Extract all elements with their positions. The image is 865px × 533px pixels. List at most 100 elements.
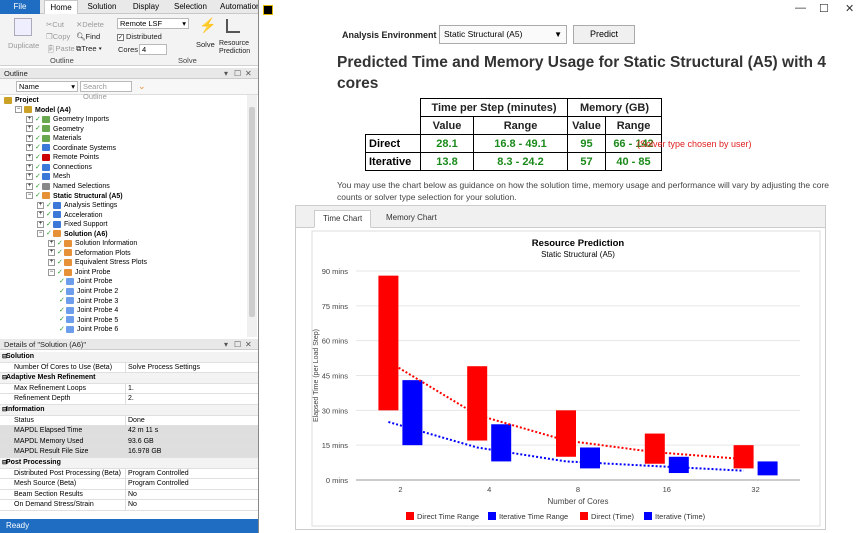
duplicate-icon[interactable] xyxy=(14,18,32,36)
expand-toggle-icon[interactable]: + xyxy=(48,249,55,257)
details-row[interactable]: Refinement Depth 2. xyxy=(0,394,258,405)
details-row[interactable]: Distributed Post Processing (Beta) Progra… xyxy=(0,468,258,480)
cut-button[interactable]: ✂Cut xyxy=(46,20,64,29)
delete-button[interactable]: ✕Delete xyxy=(76,20,104,29)
expand-toggle-icon[interactable]: + xyxy=(37,220,44,228)
tab-display[interactable]: Display xyxy=(128,0,164,14)
expand-toggle-icon[interactable]: + xyxy=(37,201,44,209)
details-key: Mesh Source (Beta) xyxy=(14,480,77,488)
tree-button[interactable]: ⧉Tree ▾ xyxy=(76,44,102,54)
details-row[interactable]: Beam Section Results No xyxy=(0,489,258,501)
predict-button[interactable]: Predict xyxy=(573,25,635,44)
tree-item[interactable]: + ✓ Coordinate Systems xyxy=(26,144,116,153)
cores-input[interactable]: 4 xyxy=(139,44,167,55)
find-button[interactable]: 🔍︎Find xyxy=(76,32,100,41)
tree-item[interactable]: − Model (A4) xyxy=(15,106,71,115)
tree-item[interactable]: − ✓ Solution (A6) xyxy=(37,230,108,239)
tree-item[interactable]: + ✓ Mesh xyxy=(26,172,70,181)
tree-item[interactable]: + ✓ Analysis Settings xyxy=(37,201,117,210)
filter-dropdown-icon[interactable]: ⌄ xyxy=(138,81,146,92)
details-section[interactable]: ⊟ Solution xyxy=(0,352,258,363)
details-row[interactable]: MAPDL Elapsed Time 42 m 11 s xyxy=(0,426,258,437)
tree-item[interactable]: + ✓ Remote Points xyxy=(26,153,99,162)
tab-time-chart[interactable]: Time Chart xyxy=(314,210,372,228)
tree-item[interactable]: + ✓ Acceleration xyxy=(37,211,103,220)
solve-target-select[interactable]: Remote LSF ▾ xyxy=(117,18,189,29)
expand-toggle-icon[interactable]: + xyxy=(26,153,33,161)
expand-toggle-icon[interactable]: + xyxy=(26,125,33,133)
tree-item[interactable]: + ✓ Geometry xyxy=(26,125,84,134)
header-memory: Memory (GB) xyxy=(567,98,662,117)
tree-item[interactable]: ✓ Joint Probe 3 xyxy=(59,297,118,306)
analysis-environment-select[interactable]: Static Structural (A5) ▼ xyxy=(439,25,567,44)
duplicate-button[interactable]: Duplicate xyxy=(8,41,39,50)
tree-item[interactable]: ✓ Joint Probe 6 xyxy=(59,325,118,334)
details-row[interactable]: Max Refinement Loops 1. xyxy=(0,383,258,395)
expand-toggle-icon[interactable]: + xyxy=(48,259,55,266)
tree-item[interactable]: + ✓ Geometry Imports xyxy=(26,115,109,124)
tree-item[interactable]: ✓ Joint Probe 5 xyxy=(59,316,118,325)
details-row[interactable]: MAPDL Memory Used 93.6 GB xyxy=(0,436,258,448)
tree-item[interactable]: + ✓ Fixed Support xyxy=(37,220,108,229)
distributed-checkbox[interactable]: ✓ Distributed xyxy=(117,32,162,41)
outline-search-input[interactable]: Search Outline xyxy=(80,81,132,101)
expand-toggle-icon[interactable]: − xyxy=(37,230,44,238)
expand-toggle-icon[interactable]: + xyxy=(26,163,33,171)
tree-item[interactable]: + ✓ Deformation Plots xyxy=(48,249,131,258)
tree-item[interactable]: + ✓ Named Selections xyxy=(26,182,110,191)
tree-item[interactable]: + ✓ Solution Information xyxy=(48,239,137,248)
resource-prediction-icon[interactable] xyxy=(226,19,240,33)
tree-item[interactable]: + ✓ Connections xyxy=(26,163,92,172)
expand-toggle-icon[interactable]: + xyxy=(26,115,33,123)
minimize-icon[interactable]: — xyxy=(795,2,806,14)
pin-icon[interactable]: ▾ xyxy=(224,68,228,79)
tab-automation[interactable]: Automation xyxy=(216,0,262,14)
solve-icon[interactable]: ⚡ xyxy=(199,17,216,33)
tree-item[interactable]: Project xyxy=(4,96,39,105)
expand-toggle-icon[interactable]: − xyxy=(48,268,55,276)
details-row[interactable]: On Demand Stress/Strain No xyxy=(0,500,258,511)
expand-toggle-icon[interactable]: + xyxy=(37,211,44,219)
expand-toggle-icon[interactable]: + xyxy=(48,239,55,247)
restore-icon[interactable]: ☐ xyxy=(234,68,241,79)
solve-button[interactable]: Solve xyxy=(196,40,215,49)
outline-filter-select[interactable]: Name ▾ xyxy=(16,81,78,92)
tab-solution[interactable]: Solution xyxy=(82,0,122,14)
maximize-icon[interactable]: ☐ xyxy=(819,2,829,15)
tree-item[interactable]: + ✓ Materials xyxy=(26,134,81,143)
details-section[interactable]: ⊟ Post Processing xyxy=(0,458,258,469)
tab-file[interactable]: File xyxy=(0,0,40,14)
outline-scrollbar[interactable] xyxy=(247,95,257,337)
tree-item[interactable]: ✓ Joint Probe 4 xyxy=(59,306,118,315)
details-row[interactable]: Number Of Cores to Use (Beta) Solve Proce… xyxy=(0,362,258,374)
close-icon[interactable]: ✕ xyxy=(845,2,854,15)
tree-item-label: Remote Points xyxy=(53,154,99,162)
details-row[interactable]: Status Done xyxy=(0,415,258,427)
tree-item[interactable]: − ✓ Static Structural (A5) xyxy=(26,192,123,201)
details-section[interactable]: ⊟ Adaptive Mesh Refinement xyxy=(0,373,258,384)
paste-button[interactable]: 📋︎Paste xyxy=(46,44,75,53)
tab-home[interactable]: Home xyxy=(44,0,78,14)
chart-panel: Time Chart Memory Chart Resource Predict… xyxy=(295,205,826,530)
close-icon[interactable]: ✕ xyxy=(245,68,252,79)
tree-item[interactable]: − ✓ Joint Probe xyxy=(48,268,110,277)
tree-item[interactable]: ✓ Joint Probe xyxy=(59,277,112,286)
tab-memory-chart[interactable]: Memory Chart xyxy=(378,210,445,228)
expand-toggle-icon[interactable]: − xyxy=(15,106,22,114)
resource-prediction-button[interactable]: Resource Prediction xyxy=(219,40,255,56)
details-section[interactable]: ⊟ Information xyxy=(0,405,258,416)
details-row[interactable]: MAPDL Result File Size 16.978 GB xyxy=(0,447,258,458)
copy-button[interactable]: ❐Copy xyxy=(46,32,70,41)
expand-toggle-icon[interactable]: + xyxy=(26,144,33,152)
expand-toggle-icon[interactable]: − xyxy=(26,192,33,200)
tab-selection[interactable]: Selection xyxy=(170,0,210,14)
memory-value: 57 xyxy=(567,152,606,171)
scroll-thumb[interactable] xyxy=(249,107,255,317)
row-label: Direct xyxy=(365,134,421,153)
expand-toggle-icon[interactable]: + xyxy=(26,173,33,181)
tree-item[interactable]: ✓ Joint Probe 2 xyxy=(59,287,118,296)
tree-item[interactable]: + ✓ Equivalent Stress Plots xyxy=(48,258,147,267)
expand-toggle-icon[interactable]: + xyxy=(26,182,33,190)
details-row[interactable]: Mesh Source (Beta) Program Controlled xyxy=(0,479,258,490)
expand-toggle-icon[interactable]: + xyxy=(26,134,33,142)
